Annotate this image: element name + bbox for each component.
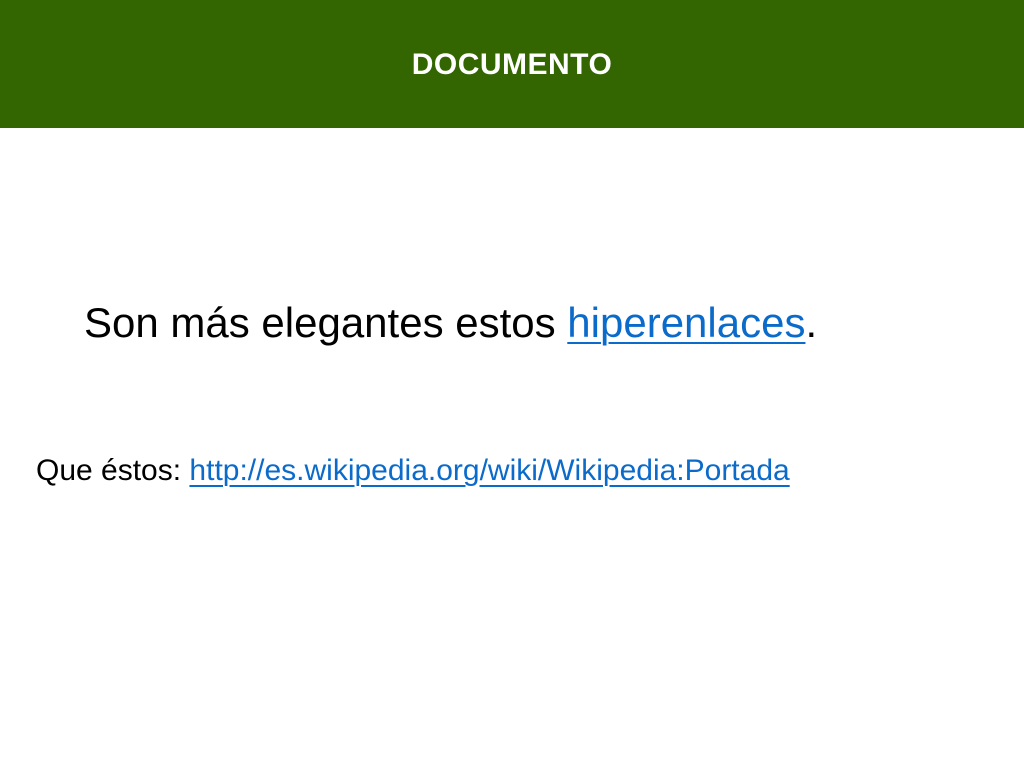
hyperlink-hiperenlaces[interactable]: hiperenlaces [567,299,805,346]
hyperlink-wikipedia-url[interactable]: http://es.wikipedia.org/wiki/Wikipedia:P… [189,454,789,487]
page-title: DOCUMENTO [411,48,613,81]
header-bar: DOCUMENTO [0,0,1024,128]
url-prefix: Que éstos: [36,454,190,487]
sentence-hyperlinks: Son más elegantes estos hiperenlaces. [84,293,817,353]
slide: DOCUMENTO Son más elegantes estos hipere… [0,0,1024,768]
sentence-suffix: . [805,299,818,346]
sentence-url: Que éstos: http://es.wikipedia.org/wiki/… [36,450,790,492]
sentence-prefix: Son más elegantes estos [84,299,568,346]
